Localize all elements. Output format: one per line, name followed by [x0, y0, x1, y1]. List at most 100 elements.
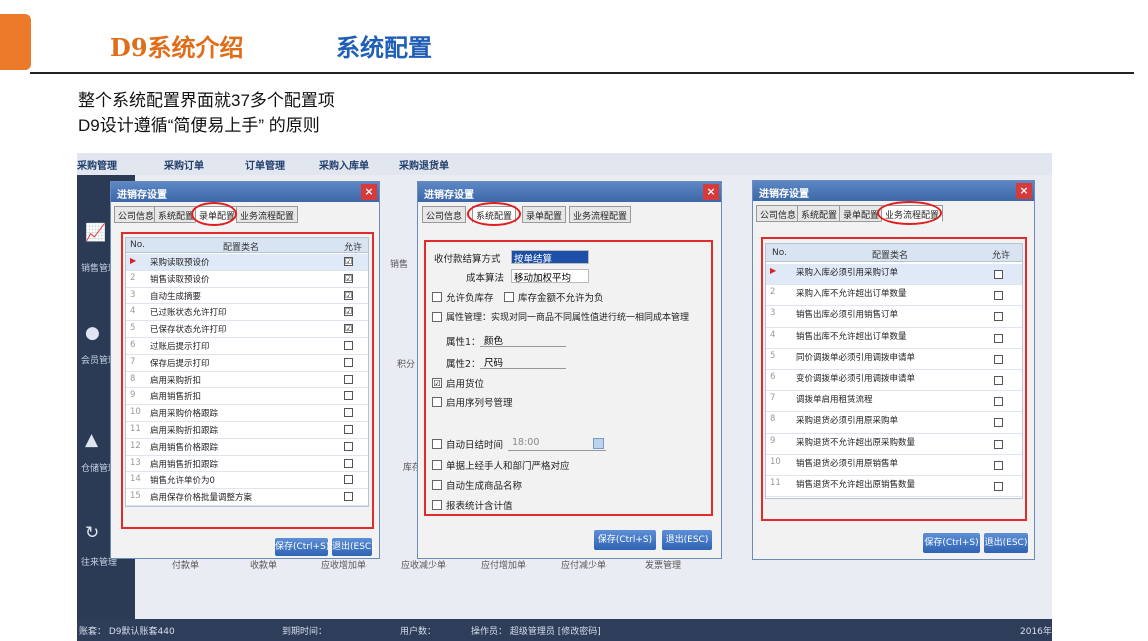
warehouse-icon[interactable]: ▲ [85, 430, 103, 450]
table-row[interactable]: 5 同价调拨单必须引用调拨申请单 [766, 349, 1022, 370]
tab-system-config[interactable]: 系统配置 [797, 205, 842, 222]
allow-checkbox[interactable] [344, 357, 353, 367]
module-ar-increase[interactable]: 应收增加单 [321, 558, 366, 571]
table-row[interactable]: 2 销售读取预设价 ☑ [126, 271, 368, 288]
chart-icon[interactable]: 📈 [85, 223, 106, 243]
table-row[interactable]: 13 启用销售折扣跟踪 [126, 456, 368, 473]
allow-checkbox[interactable] [994, 333, 1003, 343]
table-row[interactable]: ▶ 采购读取预设价 ☑ [126, 254, 368, 271]
tab-entry-config[interactable]: 录单配置 [522, 206, 567, 223]
module-payment[interactable]: 付款单 [172, 558, 199, 571]
allow-checkbox[interactable] [994, 291, 1003, 301]
allow-checkbox[interactable] [994, 418, 1003, 428]
allow-checkbox[interactable] [344, 475, 353, 485]
allow-checkbox[interactable]: ☑ [344, 290, 353, 300]
exit-button[interactable]: 退出(ESC) [984, 533, 1028, 553]
allow-checkbox[interactable] [994, 397, 1003, 407]
table-row[interactable]: 4 销售出库不允许超出订单数量 [766, 328, 1022, 349]
table-row[interactable]: 10 启用采购价格跟踪 [126, 405, 368, 422]
allow-checkbox[interactable] [994, 354, 1003, 364]
module-ar-decrease[interactable]: 应收减少单 [401, 558, 446, 571]
allow-checkbox[interactable] [994, 312, 1003, 322]
auto-name-checkbox[interactable] [432, 480, 442, 490]
allow-checkbox[interactable] [994, 482, 1003, 491]
table-row[interactable]: 7 调拨单启用租赁流程 [766, 391, 1022, 413]
table-row[interactable]: 9 启用销售折扣 [126, 388, 368, 406]
tab-company-info[interactable]: 公司信息 [756, 205, 801, 222]
module-ap-decrease[interactable]: 应付减少单 [561, 558, 606, 571]
menu-purchase-return[interactable]: 采购退货单 [399, 157, 449, 172]
module-ap-increase[interactable]: 应付增加单 [481, 558, 526, 571]
menu-purchase-order[interactable]: 采购订单 [164, 157, 204, 172]
allow-checkbox[interactable]: ☑ [344, 307, 353, 317]
cost-select[interactable]: 移动加权平均 [511, 269, 589, 284]
allow-checkbox[interactable] [344, 492, 353, 502]
menu-purchase-mgmt[interactable]: 采购管理 [77, 157, 117, 172]
save-button[interactable]: 保存(Ctrl+S) [923, 533, 980, 553]
allow-checkbox[interactable] [344, 391, 353, 401]
save-button[interactable]: 保存(Ctrl+S) [594, 530, 656, 550]
table-row[interactable]: 8 采购退货必须引用原采购单 [766, 412, 1022, 434]
tab-company-info[interactable]: 公司信息 [422, 206, 467, 223]
tab-company-info[interactable]: 公司信息 [114, 206, 159, 223]
attr1-field[interactable]: 颜色 [480, 333, 566, 347]
close-icon[interactable]: × [361, 184, 377, 200]
module-receipt[interactable]: 收款单 [250, 558, 277, 571]
table-row[interactable]: 7 保存后提示打印 [126, 355, 368, 372]
location-checkbox[interactable]: ☑ [432, 378, 442, 388]
table-row[interactable]: 8 启用采购折扣 [126, 372, 368, 389]
allow-checkbox[interactable] [994, 376, 1003, 385]
table-row[interactable]: 6 过账后提示打印 [126, 338, 368, 355]
table-row[interactable]: 3 销售出库必须引用销售订单 [766, 306, 1022, 328]
user-icon[interactable]: ● [85, 323, 103, 343]
module-invoice[interactable]: 发票管理 [645, 558, 681, 571]
tab-workflow-config[interactable]: 业务流程配置 [236, 206, 299, 223]
table-row[interactable]: 11 启用采购折扣跟踪 [126, 422, 368, 439]
table-row[interactable]: 12 启用销售价格跟踪 [126, 439, 368, 456]
table-row[interactable]: 6 变价调拨单必须引用调拨申请单 [766, 370, 1022, 392]
table-row[interactable]: ▶ 采购入库必须引用采购订单 [766, 264, 1022, 286]
allow-checkbox[interactable]: ☑ [344, 273, 353, 283]
exit-button[interactable]: 退出(ESC) [662, 530, 712, 550]
close-icon[interactable]: × [1016, 183, 1032, 199]
refresh-icon[interactable]: ↻ [85, 523, 103, 543]
report-tax-checkbox[interactable] [432, 500, 442, 510]
allow-checkbox[interactable]: ☑ [344, 324, 353, 334]
allow-checkbox[interactable] [344, 408, 353, 418]
save-button[interactable]: 保存(Ctrl+S) [275, 538, 329, 556]
menu-purchase-in[interactable]: 采购入库单 [319, 157, 369, 172]
allow-checkbox[interactable] [994, 460, 1003, 470]
negative-stock-checkbox[interactable] [432, 292, 442, 302]
close-icon[interactable]: × [703, 184, 719, 200]
allow-checkbox[interactable] [344, 374, 353, 384]
allow-checkbox[interactable]: ☑ [344, 257, 353, 266]
allow-checkbox[interactable] [344, 425, 353, 434]
table-row[interactable]: 11 销售退货不允许超出原销售数量 [766, 476, 1022, 498]
allow-checkbox[interactable] [344, 441, 353, 451]
auto-close-checkbox[interactable] [432, 439, 442, 449]
table-row[interactable]: 2 采购入库不允许超出订单数量 [766, 285, 1022, 307]
settle-select[interactable]: 按单结算 [511, 250, 589, 265]
allow-checkbox[interactable] [344, 341, 353, 350]
amount-nonneg-checkbox[interactable] [504, 292, 514, 302]
attr2-field[interactable]: 尺码 [480, 355, 566, 369]
serial-checkbox[interactable] [432, 397, 442, 407]
calendar-icon[interactable] [593, 438, 604, 449]
table-row[interactable]: 9 采购退货不允许超出原采购数量 [766, 434, 1022, 455]
table-row[interactable]: 14 销售允许单价为0 [126, 472, 368, 490]
table-row[interactable]: 5 已保存状态允许打印 ☑ [126, 321, 368, 338]
auto-close-time-field[interactable]: 18:00 [508, 437, 606, 451]
tab-workflow-config[interactable]: 业务流程配置 [569, 206, 632, 223]
menu-order-mgmt[interactable]: 订单管理 [245, 157, 285, 172]
table-row[interactable]: 15 启用保存价格批量调整方案 [126, 489, 368, 506]
allow-checkbox[interactable] [994, 270, 1003, 279]
attribute-mgmt-checkbox[interactable] [432, 312, 442, 322]
allow-checkbox[interactable] [344, 458, 353, 468]
table-row[interactable]: 10 销售退货必须引用原销售单 [766, 455, 1022, 476]
allow-checkbox[interactable] [994, 439, 1003, 449]
strict-dept-checkbox[interactable] [432, 460, 442, 470]
table-row[interactable]: 4 已过账状态允许打印 ☑ [126, 304, 368, 322]
row-number: 10 [130, 407, 141, 418]
exit-button[interactable]: 退出(ESC) [332, 538, 375, 556]
table-row[interactable]: 3 自动生成摘要 ☑ [126, 288, 368, 305]
